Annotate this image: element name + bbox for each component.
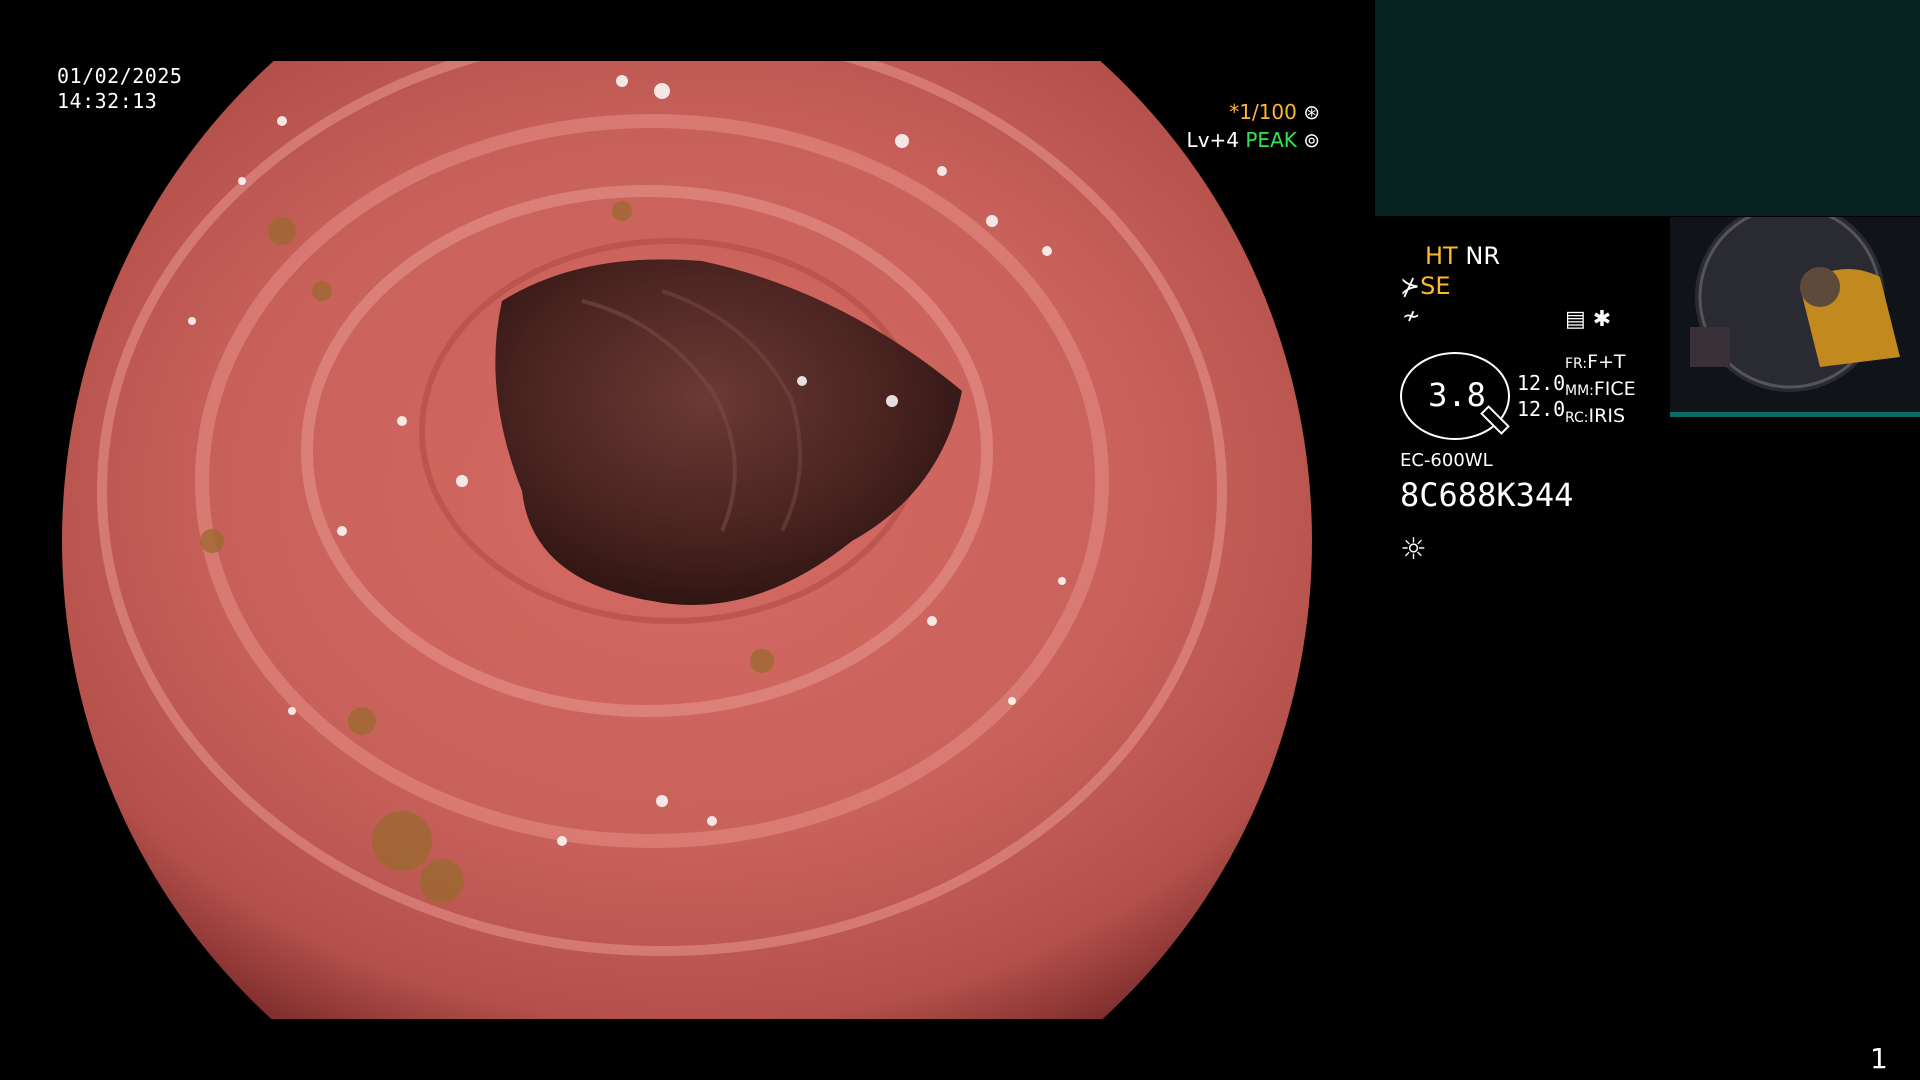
ht-nr-row: HT NR — [1425, 242, 1500, 270]
peak-icon: ⊚ — [1303, 128, 1320, 152]
status-panel: HT NR ⊁SE ≁ ▤ ✱ 3.8 12.0 12.0 FR:F+T MM:… — [1400, 240, 1660, 570]
value-1: 12.0 — [1517, 371, 1566, 395]
scope-serial: 8C688K344 — [1400, 476, 1574, 514]
rc-label: RC: — [1565, 410, 1589, 426]
nr-label: NR — [1465, 242, 1500, 270]
light-icon: ☼ — [1400, 532, 1427, 567]
mm-value: FICE — [1593, 378, 1636, 400]
se-row: ⊁SE — [1400, 272, 1451, 300]
se-label: SE — [1420, 272, 1451, 300]
fr-value: F+T — [1587, 351, 1626, 373]
date-text: 01/02/2025 — [57, 64, 183, 88]
star-icon: ✱ — [1592, 307, 1612, 332]
shutter-text: *1/100 — [1229, 100, 1297, 124]
room-camera-image — [1670, 217, 1920, 417]
peak-text: PEAK — [1245, 128, 1297, 152]
level-indicator: Lv+4 PEAK ⊚ — [1187, 128, 1320, 152]
shutter-icon: ⊛ — [1303, 100, 1320, 124]
scope-model: EC-600WL — [1400, 450, 1493, 471]
level-text: Lv+4 — [1186, 128, 1240, 152]
mm-label: MM: — [1565, 383, 1594, 399]
zoom-ring: 3.8 — [1400, 352, 1510, 440]
tilde-icon: ≁ — [1402, 304, 1421, 329]
time-text: 14:32:13 — [57, 89, 158, 113]
shutter-indicator: *1/100 ⊛ — [1229, 100, 1320, 124]
structure-icon: ⊁ — [1400, 272, 1421, 300]
settings-labels: FR:F+T MM:FICE RC:IRIS — [1565, 350, 1636, 431]
preview-area — [1375, 0, 1920, 216]
endoscope-view — [62, 61, 1312, 1019]
mode-icon: ▤ — [1565, 307, 1586, 332]
mode-row: ▤ ✱ — [1565, 307, 1611, 332]
value-column: 12.0 12.0 — [1517, 370, 1565, 422]
value-2: 12.0 — [1517, 397, 1566, 421]
ht-label: HT — [1425, 242, 1458, 270]
colon-lumen-image — [62, 61, 1312, 1019]
page-number: 1 — [1870, 1042, 1888, 1075]
camera-thumbnail — [1670, 217, 1920, 417]
ring-value: 3.8 — [1428, 376, 1486, 414]
rc-value: IRIS — [1588, 405, 1626, 427]
datetime-display: 01/02/2025 14:32:13 — [57, 64, 182, 114]
fr-label: FR: — [1565, 356, 1588, 372]
